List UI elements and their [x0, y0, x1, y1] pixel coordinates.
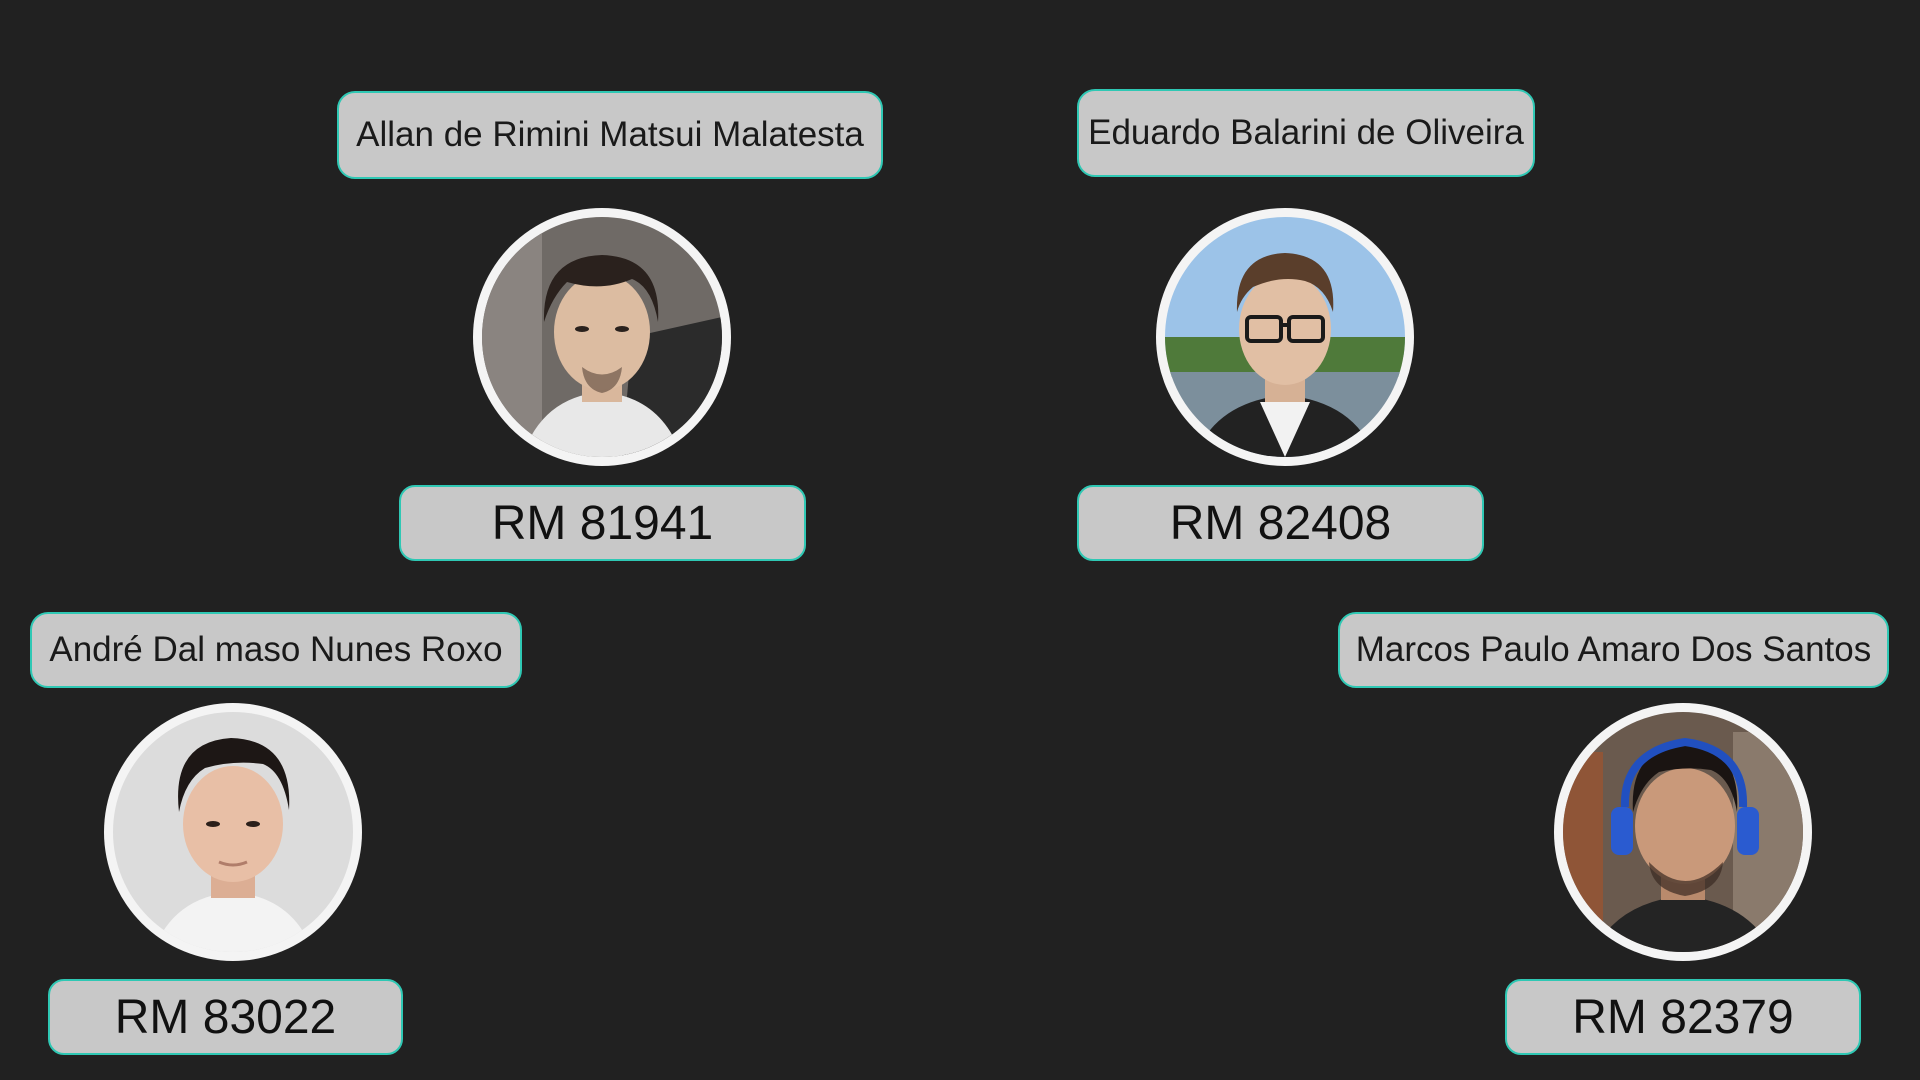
avatar-photo: [1563, 712, 1803, 952]
avatar-photo: [482, 217, 722, 457]
member-rm-label: RM 82408: [1077, 485, 1484, 561]
avatar: [1156, 208, 1414, 466]
member-name-label: Eduardo Balarini de Oliveira: [1077, 89, 1535, 177]
avatar: [1554, 703, 1812, 961]
member-rm-label: RM 83022: [48, 979, 403, 1055]
member-rm-label: RM 81941: [399, 485, 806, 561]
member-name-label: Allan de Rimini Matsui Malatesta: [337, 91, 883, 179]
avatar-photo: [113, 712, 353, 952]
avatar: [473, 208, 731, 466]
member-rm-label: RM 82379: [1505, 979, 1861, 1055]
member-name-label: André Dal maso Nunes Roxo: [30, 612, 522, 688]
avatar-photo: [1165, 217, 1405, 457]
member-name-label: Marcos Paulo Amaro Dos Santos: [1338, 612, 1889, 688]
avatar: [104, 703, 362, 961]
